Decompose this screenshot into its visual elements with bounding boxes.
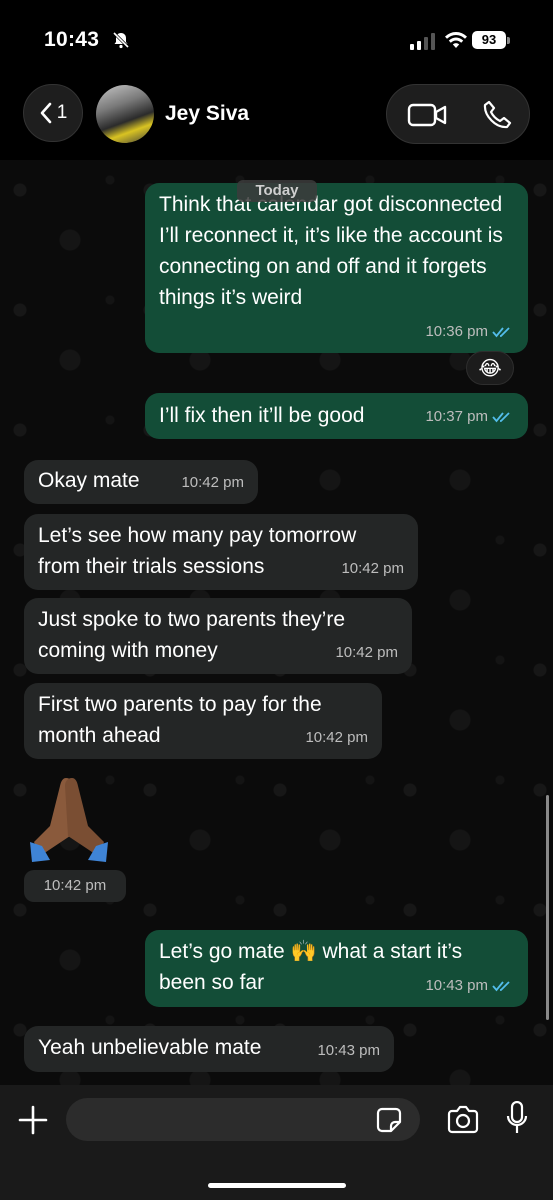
message-timestamp: 10:42 pm — [181, 474, 244, 491]
scrollbar[interactable] — [546, 795, 549, 1020]
contact-avatar[interactable] — [96, 85, 154, 143]
message-text: Think that calendar got disconnected I’l… — [159, 193, 503, 309]
message-text: First two parents to pay for the month a… — [38, 693, 322, 747]
praying-hands-emoji[interactable] — [26, 772, 112, 864]
message-text: Yeah unbelievable mate — [38, 1036, 262, 1059]
message-timestamp: 10:37 pm — [425, 401, 514, 432]
message-bubble-outgoing[interactable]: Let’s go mate 🙌 what a start it’s been s… — [145, 930, 528, 1007]
cellular-signal-icon — [410, 32, 435, 50]
status-bar: 10:43 93 — [0, 0, 553, 80]
read-ticks-icon — [492, 981, 510, 992]
bell-slash-icon — [112, 31, 130, 49]
message-text: Let’s go mate 🙌 what a start it’s been s… — [159, 940, 463, 994]
message-text: Okay mate — [38, 469, 140, 492]
read-ticks-icon — [492, 412, 510, 423]
message-timestamp: 10:43 pm — [317, 1042, 380, 1059]
sticker-icon[interactable] — [376, 1107, 402, 1133]
message-bubble-incoming[interactable]: Yeah unbelievable mate 10:43 pm — [24, 1026, 394, 1072]
phone-icon[interactable] — [481, 99, 513, 131]
message-timestamp: 10:42 pm — [305, 729, 368, 746]
message-bubble-incoming[interactable]: Just spoke to two parents they’re coming… — [24, 598, 412, 674]
battery-level: 93 — [472, 31, 506, 49]
message-timestamp: 10:42 pm — [24, 870, 126, 902]
plus-icon[interactable] — [18, 1105, 48, 1135]
message-timestamp: 10:42 pm — [341, 560, 404, 577]
message-bubble-incoming[interactable]: Okay mate 10:42 pm — [24, 460, 258, 504]
message-timestamp: 10:42 pm — [335, 644, 398, 661]
read-ticks-icon — [492, 327, 510, 338]
contact-name[interactable]: Jey Siva — [165, 102, 249, 126]
message-timestamp: 10:36 pm — [425, 316, 514, 347]
message-bubble-outgoing[interactable]: I’ll fix then it’ll be good 10:37 pm — [145, 393, 528, 439]
call-actions — [386, 84, 530, 144]
date-chip: Today — [237, 180, 317, 202]
chat-header: 1 Jey Siva — [0, 80, 553, 160]
message-bubble-incoming[interactable]: First two parents to pay for the month a… — [24, 683, 382, 759]
message-bubble-incoming[interactable]: Let’s see how many pay tomorrow from the… — [24, 514, 418, 590]
camera-icon[interactable] — [446, 1105, 480, 1135]
wifi-icon — [445, 32, 467, 48]
message-text: Let’s see how many pay tomorrow from the… — [38, 524, 357, 578]
status-time: 10:43 — [44, 28, 100, 51]
reaction-badge[interactable]: 😂 — [466, 351, 514, 385]
message-text: I’ll fix then it’ll be good — [159, 404, 365, 427]
message-bubble-outgoing[interactable]: Think that calendar got disconnected I’l… — [145, 183, 528, 353]
microphone-icon[interactable] — [506, 1101, 528, 1135]
chevron-left-icon — [40, 102, 52, 124]
home-indicator — [208, 1183, 346, 1188]
back-button[interactable]: 1 — [23, 84, 83, 142]
message-text: Just spoke to two parents they’re coming… — [38, 608, 345, 662]
message-timestamp: 10:43 pm — [425, 970, 514, 1001]
video-call-icon[interactable] — [407, 101, 447, 129]
unread-count: 1 — [56, 102, 68, 123]
battery-tip — [507, 37, 510, 44]
message-input[interactable] — [66, 1098, 420, 1141]
